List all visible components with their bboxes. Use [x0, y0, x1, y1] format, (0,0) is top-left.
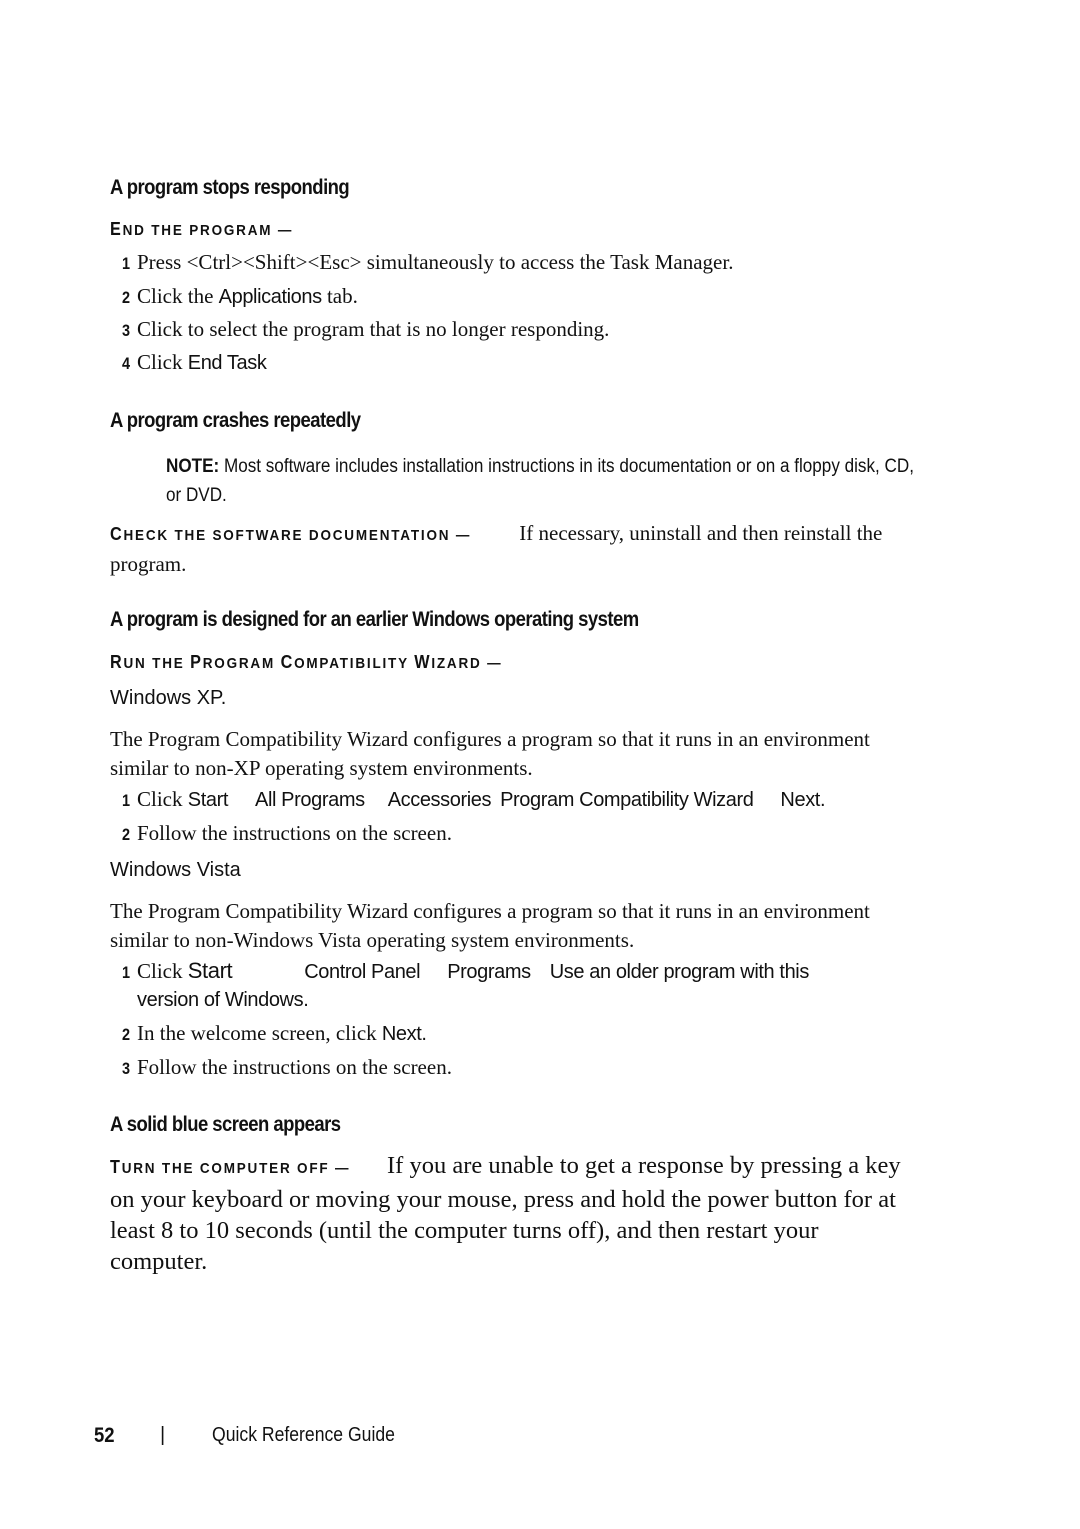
start-label: Start — [187, 958, 233, 983]
program-compatibility-wizard-label: Program Compatibility Wizard — [500, 789, 754, 811]
vista-description: The Program Compatibility Wizard configu… — [110, 899, 870, 952]
applications-tab-label: Applications — [218, 286, 322, 308]
step-2: 2 Click the Applications tab. — [122, 284, 358, 308]
check-software-documentation: Check the software documentation — If nec… — [110, 521, 883, 576]
xp-step-1: 1 Click Start All Programs Accessories Progr… — [122, 787, 826, 811]
next-label: Next. — [381, 1023, 427, 1045]
vista-step-1-continued: version of Windows. — [137, 989, 309, 1011]
use-older-program-label: Use an older program with this — [549, 961, 810, 983]
heading-program-stops-responding: A program stops responding — [110, 176, 350, 199]
vista-step-3: 3 Follow the instructions on the screen. — [122, 1055, 452, 1079]
subheading-windows-vista: Windows Vista — [110, 859, 241, 881]
footer-separator: | — [160, 1424, 166, 1446]
vista-step-2: 2 In the welcome screen, click Next. — [122, 1021, 427, 1045]
xp-step-2: 2 Follow the instructions on the screen. — [122, 821, 452, 845]
programs-label: Programs — [447, 961, 531, 983]
step-3: 3 Click to select the program that is no … — [122, 317, 610, 341]
vista-step-1: 1 Click Start Control Panel Programs Use an … — [122, 958, 810, 983]
step-4: 4 Click End Task — [122, 350, 267, 374]
end-task-label: End Task — [187, 352, 267, 374]
all-programs-label: All Programs — [255, 789, 365, 811]
next-label: Next. — [780, 789, 826, 811]
subheading-windows-xp: Windows XP. — [110, 687, 227, 709]
step-1: 1 Press <Ctrl><Shift><Esc> simultaneously… — [122, 250, 734, 274]
control-panel-label: Control Panel — [304, 961, 421, 983]
turn-computer-off: Turn the computer off — If you are unable… — [110, 1152, 901, 1275]
note-block: NOTE: Most software includes installatio… — [166, 456, 914, 506]
heading-solid-blue-screen: A solid blue screen appears — [110, 1113, 341, 1136]
page-number: 52 — [94, 1424, 115, 1447]
runin-program-compatibility-wizard: Run the Program Compatibility Wizard — — [110, 652, 503, 672]
footer-title: Quick Reference Guide — [212, 1424, 395, 1446]
xp-description: The Program Compatibility Wizard configu… — [110, 727, 870, 780]
runin-end-the-program: End the program — — [110, 219, 294, 239]
heading-program-crashes: A program crashes repeatedly — [110, 409, 361, 432]
start-label: Start — [187, 789, 229, 811]
heading-earlier-windows: A program is designed for an earlier Win… — [110, 608, 639, 631]
note-label: NOTE: — [166, 456, 220, 477]
accessories-label: Accessories — [387, 789, 492, 811]
